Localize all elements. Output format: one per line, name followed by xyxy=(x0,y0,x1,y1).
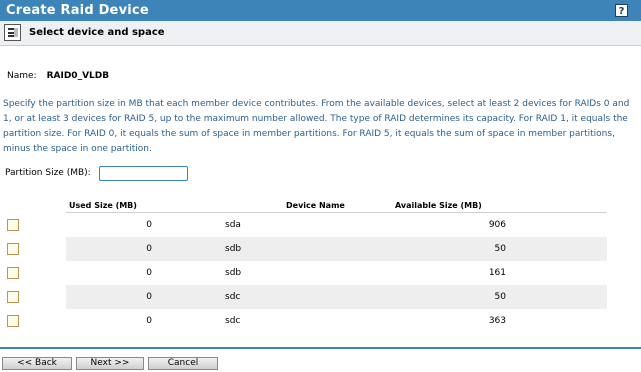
row-select-checkbox[interactable] xyxy=(7,219,19,231)
window-title: Create Raid Device xyxy=(6,3,149,18)
available-size-cell: 161 xyxy=(488,268,506,278)
available-size-cell: 50 xyxy=(494,244,506,254)
column-header-used-size: Used Size (MB) xyxy=(69,201,137,210)
partition-size-input[interactable] xyxy=(99,166,188,181)
device-name-cell: sdc xyxy=(225,316,241,326)
device-name-cell: sdb xyxy=(225,244,242,254)
used-size-cell: 0 xyxy=(146,316,152,326)
form-icon xyxy=(4,24,21,41)
name-label: Name: xyxy=(7,71,37,81)
table-row: 0 sdb 161 xyxy=(0,261,641,285)
table-row: 0 sdc 363 xyxy=(0,309,641,333)
available-size-cell: 50 xyxy=(494,292,506,302)
device-name-cell: sdc xyxy=(225,292,241,302)
partition-size-label: Partition Size (MB): xyxy=(5,168,91,178)
device-name-cell: sdb xyxy=(225,268,242,278)
table-row: 0 sda 906 xyxy=(0,213,641,237)
row-select-checkbox[interactable] xyxy=(7,291,19,303)
footer-divider xyxy=(0,347,641,349)
available-size-cell: 906 xyxy=(488,220,506,230)
available-size-cell: 363 xyxy=(488,316,506,326)
instructions-text: Specify the partition size in MB that ea… xyxy=(3,99,630,154)
next-button[interactable]: Next >> xyxy=(76,357,144,370)
title-bar: Create Raid Device ? xyxy=(0,0,641,21)
name-value: RAID0_VLDB xyxy=(46,71,110,81)
used-size-cell: 0 xyxy=(146,220,152,230)
section-title: Select device and space xyxy=(29,27,165,38)
column-header-available-size: Available Size (MB) xyxy=(395,201,482,210)
column-header-device-name: Device Name xyxy=(286,201,345,210)
row-select-checkbox[interactable] xyxy=(7,315,19,327)
table-row: 0 sdb 50 xyxy=(0,237,641,261)
section-header: Select device and space xyxy=(0,21,641,46)
used-size-cell: 0 xyxy=(146,268,152,278)
cancel-button[interactable]: Cancel xyxy=(148,357,218,370)
row-select-checkbox[interactable] xyxy=(7,267,19,279)
row-select-checkbox[interactable] xyxy=(7,243,19,255)
used-size-cell: 0 xyxy=(146,244,152,254)
table-row: 0 sdc 50 xyxy=(0,285,641,309)
help-button[interactable]: ? xyxy=(615,4,628,17)
name-row: Name: RAID0_VLDB xyxy=(7,71,109,81)
used-size-cell: 0 xyxy=(146,292,152,302)
back-button[interactable]: << Back xyxy=(2,357,72,370)
device-name-cell: sda xyxy=(225,220,241,230)
